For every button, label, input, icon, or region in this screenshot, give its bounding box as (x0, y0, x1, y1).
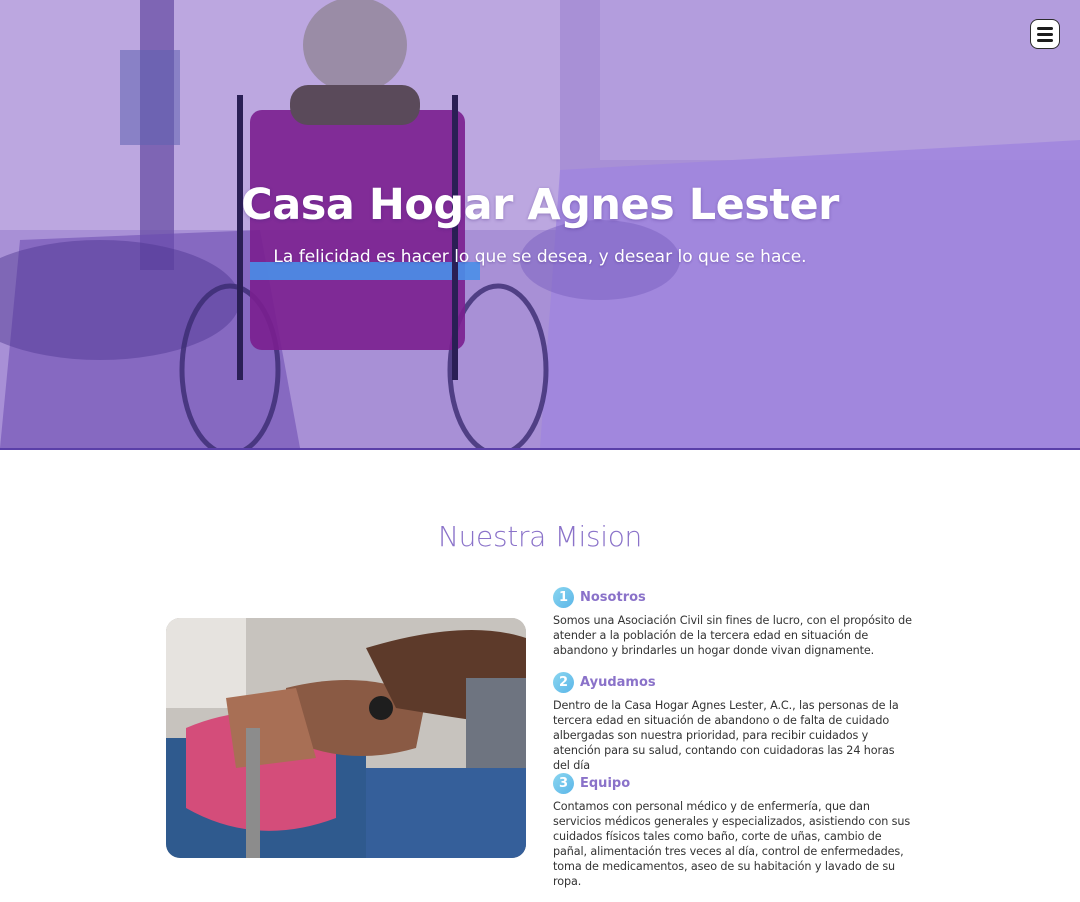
number-badge: 1 (553, 586, 574, 608)
item-text: Dentro de la Casa Hogar Agnes Lester, A.… (553, 699, 899, 772)
number-badge: 3 (553, 772, 574, 794)
site-tagline: La felicidad es hacer lo que se desea, y… (273, 247, 807, 267)
number-badge: 2 (553, 671, 574, 693)
item-title: Equipo (580, 775, 631, 791)
item-title: Nosotros (580, 589, 646, 605)
mission-item: 3 Equipo Contamos con personal médico y … (553, 771, 913, 889)
mission-item: 1 Nosotros Somos una Asociación Civil si… (553, 585, 913, 670)
mission-photo (166, 618, 526, 858)
hero-banner: Casa Hogar Agnes Lester La felicidad es … (0, 0, 1080, 450)
menu-button[interactable] (1030, 19, 1060, 49)
mission-item: 2 Ayudamos Dentro de la Casa Hogar Agnes… (553, 670, 913, 772)
site-title: Casa Hogar Agnes Lester (241, 180, 839, 230)
item-text: Contamos con personal médico y de enferm… (553, 800, 911, 888)
item-text: Somos una Asociación Civil sin fines de … (553, 614, 912, 657)
mission-items: 1 Nosotros Somos una Asociación Civil si… (553, 585, 913, 889)
mission-heading: Nuestra Mision (437, 520, 643, 553)
item-title: Ayudamos (580, 674, 656, 690)
